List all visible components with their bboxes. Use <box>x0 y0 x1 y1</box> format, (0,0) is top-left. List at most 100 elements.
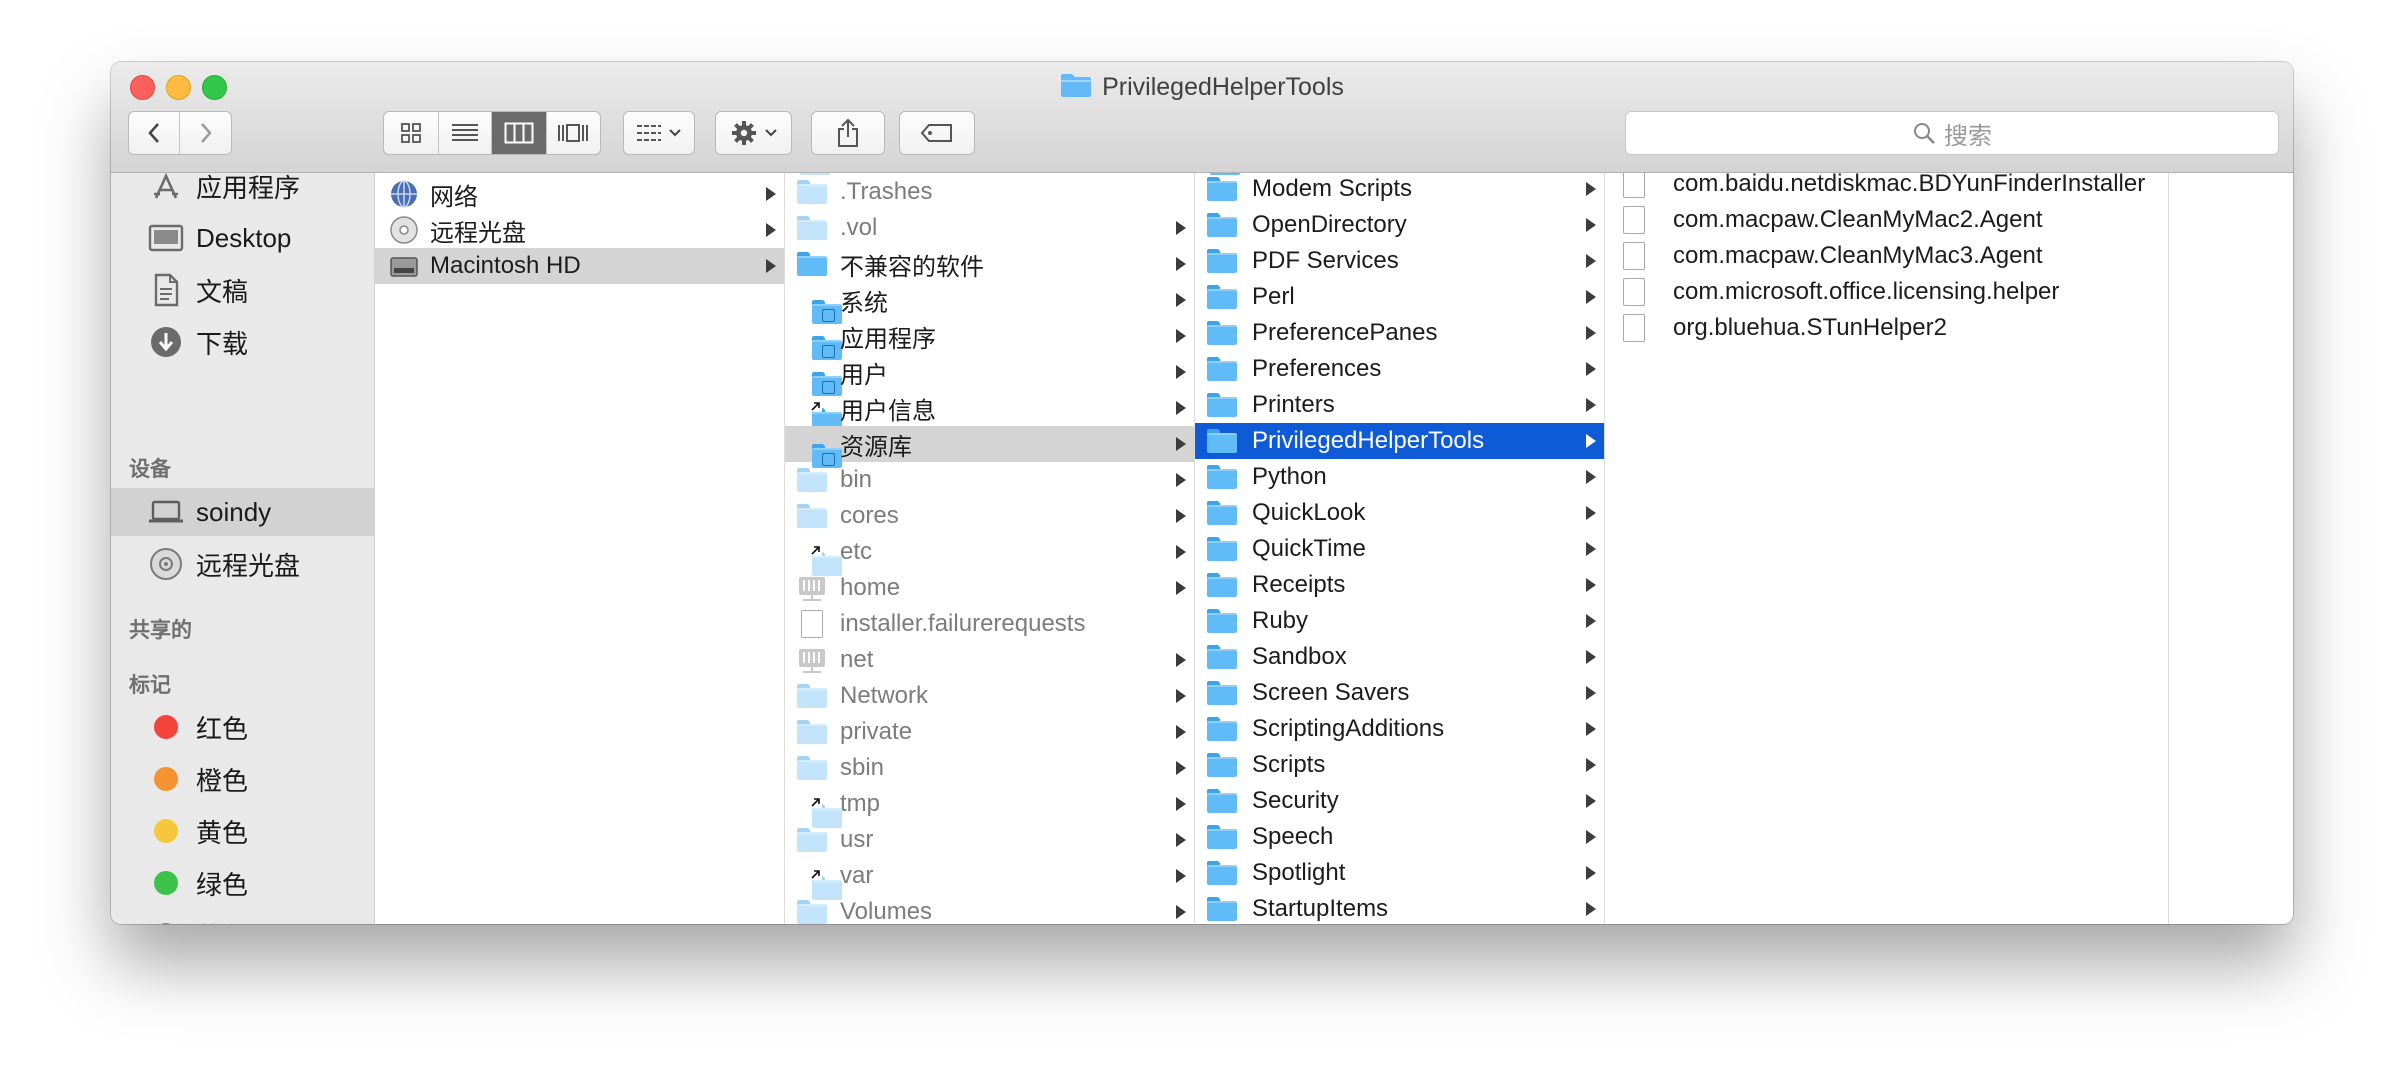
folder-icon <box>1205 642 1239 672</box>
disclosure-arrow-icon <box>1176 905 1186 919</box>
document-icon <box>1617 205 1651 235</box>
column-row[interactable]: 网络 <box>375 176 784 212</box>
column-row[interactable]: Printers <box>1195 387 1604 423</box>
column-row[interactable]: Perl <box>1195 279 1604 315</box>
sidebar-tag-blue[interactable]: 蓝色 <box>111 911 374 924</box>
column-row[interactable]: QuickTime <box>1195 531 1604 567</box>
disclosure-arrow-icon <box>1176 401 1186 415</box>
sidebar-item-applications[interactable]: 应用程序 <box>111 173 374 210</box>
sidebar-tag-green[interactable]: 绿色 <box>111 859 374 907</box>
disclosure-arrow-icon <box>1586 182 1596 196</box>
column-row[interactable]: Modem Scripts <box>1195 173 1604 207</box>
file-row[interactable]: com.microsoft.office.licensing.helper <box>1605 274 2168 310</box>
column-row[interactable]: StartupItems <box>1195 891 1604 924</box>
item-name: Receipts <box>1252 571 1346 598</box>
column-row[interactable]: 应用程序 <box>785 318 1194 358</box>
sidebar-tag-orange[interactable]: 橙色 <box>111 755 374 803</box>
blue-tag-dot-icon <box>147 916 185 924</box>
column-row[interactable]: cores <box>785 498 1194 534</box>
search-field[interactable]: 搜索 <box>1625 111 2279 155</box>
hard-drive-icon <box>387 251 421 281</box>
disclosure-arrow-icon <box>1176 257 1186 271</box>
sidebar-item-label: 下载 <box>196 328 249 359</box>
list-view-button[interactable] <box>439 112 492 154</box>
column-row[interactable]: PDF Services <box>1195 243 1604 279</box>
column-row[interactable]: Sandbox <box>1195 639 1604 675</box>
column-row[interactable]: bin <box>785 462 1194 498</box>
item-name: PDF Services <box>1252 247 1399 274</box>
disclosure-arrow-icon <box>1586 650 1596 664</box>
sidebar-item-desktop[interactable]: Desktop <box>111 214 374 262</box>
column-row[interactable]: Volumes <box>785 894 1194 924</box>
disclosure-arrow-icon <box>1176 221 1186 235</box>
column-row[interactable]: 资源库 <box>785 426 1194 466</box>
column-row[interactable]: ScriptingAdditions <box>1195 711 1604 747</box>
column-row[interactable]: QuickLook <box>1195 495 1604 531</box>
disclosure-arrow-icon <box>1176 437 1186 451</box>
column-row[interactable]: PreferencePanes <box>1195 315 1604 351</box>
column-row[interactable]: Speech <box>1195 819 1604 855</box>
sidebar-item-remote-disc[interactable]: 远程光盘 <box>111 540 374 588</box>
back-button[interactable] <box>129 112 181 154</box>
cover-flow-view-button[interactable] <box>547 112 601 154</box>
remote-disc-icon <box>147 545 185 583</box>
column-row[interactable]: .vol <box>785 210 1194 246</box>
column-row[interactable]: Preferences <box>1195 351 1604 387</box>
column-row[interactable]: private <box>785 714 1194 750</box>
sidebar-item-documents[interactable]: 文稿 <box>111 266 374 314</box>
action-button[interactable] <box>715 111 792 155</box>
column-row[interactable]: Ruby <box>1195 603 1604 639</box>
sidebar-item-downloads[interactable]: 下载 <box>111 318 374 366</box>
sidebar-item-label: 绿色 <box>196 869 249 900</box>
column-row[interactable]: Receipts <box>1195 567 1604 603</box>
file-row[interactable]: com.macpaw.CleanMyMac2.Agent <box>1605 202 2168 238</box>
column-row[interactable]: Python <box>1195 459 1604 495</box>
column-row[interactable]: home <box>785 570 1194 606</box>
column-row[interactable]: sbin <box>785 750 1194 786</box>
column-row[interactable]: Scripts <box>1195 747 1604 783</box>
group-button[interactable] <box>623 111 695 155</box>
icon-view-button[interactable] <box>384 112 439 154</box>
folder-icon <box>1205 498 1239 528</box>
window-title: PrivilegedHelperTools <box>111 72 2293 102</box>
column-row[interactable]: 用户 <box>785 354 1194 394</box>
share-button[interactable] <box>811 111 885 155</box>
document-icon <box>1617 173 1651 199</box>
forward-button[interactable] <box>180 112 231 154</box>
column-row[interactable]: 远程光盘 <box>375 212 784 248</box>
sidebar-item-soindy[interactable]: soindy <box>111 488 374 536</box>
column-row[interactable]: etc <box>785 534 1194 570</box>
column-row[interactable]: Network <box>785 678 1194 714</box>
file-row[interactable]: org.bluehua.STunHelper2 <box>1605 310 2168 346</box>
column-row[interactable]: usr <box>785 822 1194 858</box>
column-row[interactable]: Screen Savers <box>1195 675 1604 711</box>
sidebar-tag-red[interactable]: 红色 <box>111 703 374 751</box>
column-view-button[interactable] <box>492 112 547 154</box>
column-row[interactable]: PrivilegedHelperTools <box>1195 423 1604 459</box>
search-placeholder: 搜索 <box>1944 122 1992 150</box>
column-row[interactable]: Security <box>1195 783 1604 819</box>
column-view-icon <box>504 122 534 144</box>
sidebar-item-label: 橙色 <box>196 765 249 796</box>
column-row[interactable]: 系统 <box>785 282 1194 322</box>
column-row[interactable]: Macintosh HD <box>375 248 784 284</box>
column-row[interactable]: 用户信息 <box>785 390 1194 426</box>
column-row[interactable]: .Trashes <box>785 174 1194 210</box>
column-row[interactable]: tmp <box>785 786 1194 822</box>
column-row[interactable]: Spotlight <box>1195 855 1604 891</box>
column-row[interactable]: OpenDirectory <box>1195 207 1604 243</box>
sidebar-tag-yellow[interactable]: 黄色 <box>111 807 374 855</box>
column-row[interactable]: var <box>785 858 1194 894</box>
item-name: Volumes <box>840 898 933 924</box>
users-folder-icon <box>795 357 835 394</box>
file-row[interactable]: com.baidu.netdiskmac.BDYunFinderInstalle… <box>1605 173 2168 202</box>
file-row[interactable]: com.macpaw.CleanMyMac3.Agent <box>1605 238 2168 274</box>
column-row[interactable]: installer.failurerequests <box>785 606 1194 642</box>
desktop-icon <box>147 219 185 257</box>
column-row[interactable]: net <box>785 642 1194 678</box>
column-row[interactable]: 不兼容的软件 <box>785 246 1194 282</box>
tag-button[interactable] <box>899 111 975 155</box>
folder-icon <box>795 825 829 855</box>
folder-icon <box>1205 462 1239 492</box>
disclosure-arrow-icon <box>1586 722 1596 736</box>
